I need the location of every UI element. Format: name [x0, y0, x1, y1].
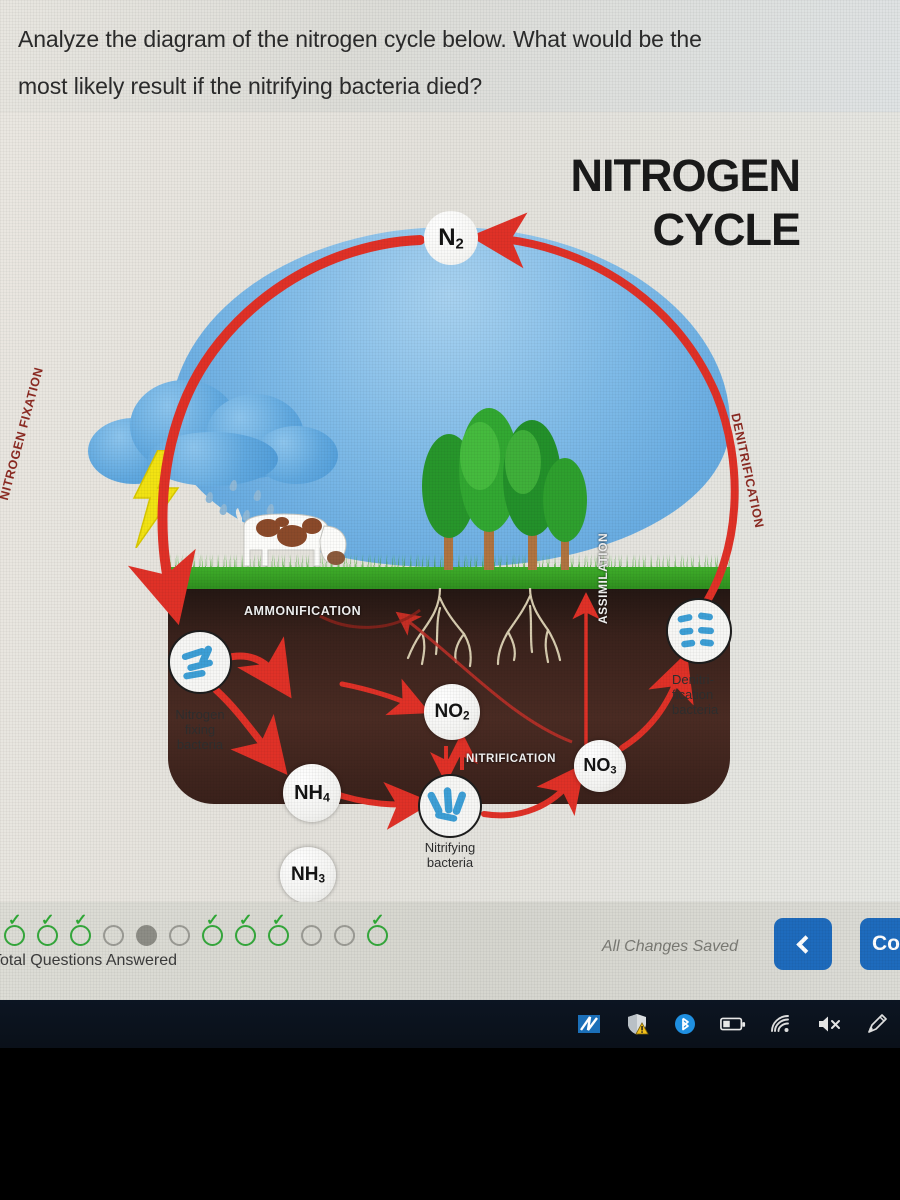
back-button[interactable]: [774, 918, 832, 970]
molecule-no3: NO3: [574, 740, 626, 792]
progress-dot-7[interactable]: ✓: [202, 912, 223, 946]
molecule-n2-formula: N2: [438, 223, 464, 253]
molecule-n2: N2: [424, 211, 478, 265]
progress-dot-circle: [169, 925, 190, 946]
defender-shield-warning-icon[interactable]: [624, 1011, 650, 1037]
battery-icon[interactable]: [720, 1011, 746, 1037]
progress-dot-10[interactable]: [301, 916, 322, 946]
label-ammonification: AMMONIFICATION: [244, 604, 362, 618]
progress-dot-6[interactable]: [169, 916, 190, 946]
molecule-nh3: NH3: [280, 847, 336, 902]
progress-dot-5[interactable]: [136, 916, 157, 946]
checkmark-icon: ✓: [41, 912, 55, 929]
checkmark-icon: ✓: [8, 912, 22, 929]
progress-dot-circle: [301, 925, 322, 946]
checkmark-icon: ✓: [206, 912, 220, 929]
progress-dot-circle: [334, 925, 355, 946]
total-questions-answered-label: Total Questions Answered: [0, 952, 177, 969]
nitrogen-fixing-bacteria-icon: [168, 630, 232, 694]
footer-bar: ✓ ✓ ✓ ✓ ✓ ✓ ✓ Total Questions Answered All Cha…: [0, 902, 900, 1000]
progress-dot-9[interactable]: ✓: [268, 912, 289, 946]
progress-dot-4[interactable]: [103, 916, 124, 946]
progress-dot-11[interactable]: [334, 916, 355, 946]
progress-dot-2[interactable]: ✓: [37, 912, 58, 946]
progress-dot-12[interactable]: ✓: [367, 912, 388, 946]
molecule-nh3-formula: NH3: [291, 864, 325, 886]
molecule-no2: NO2: [424, 684, 480, 740]
molecule-no3-formula: NO3: [583, 755, 617, 777]
checkmark-icon: ✓: [272, 912, 286, 929]
nitrogen-cycle-diagram: NITROGEN CYCLE NITROGEN FIXATION DENITRI…: [0, 112, 900, 902]
label-assimilation: ASSIMILATION: [596, 532, 610, 624]
question-text: Analyze the diagram of the nitrogen cycl…: [18, 26, 702, 99]
caption-nitrogen-fixing-bacteria: Nitrogen fixing bacteria: [175, 707, 225, 752]
stylus-pen-icon[interactable]: [864, 1011, 890, 1037]
caption-nitrifying-bacteria: Nitrifying bacteria: [424, 840, 476, 870]
checkmark-icon: ✓: [371, 912, 385, 929]
save-status-text: All Changes Saved: [601, 938, 738, 955]
caption-denitrification-bacteria: Denitri- fication bacteria: [672, 672, 719, 717]
screen: Analyze the diagram of the nitrogen cycl…: [0, 0, 900, 1200]
progress-dot-1[interactable]: ✓: [4, 912, 25, 946]
checkmark-icon: ✓: [74, 912, 88, 929]
molecule-nh4-formula: NH4: [294, 781, 330, 805]
continue-button[interactable]: Continue: [860, 918, 900, 970]
progress-dot-3[interactable]: ✓: [70, 912, 91, 946]
nitrifying-bacteria-icon: [418, 774, 482, 838]
molecule-nh4: NH4: [283, 764, 341, 822]
progress-dot-8[interactable]: ✓: [235, 912, 256, 946]
denitrification-bacteria-icon: [666, 598, 732, 664]
desktop-background: [0, 1048, 900, 1200]
question-progress-indicator: ✓ ✓ ✓ ✓ ✓ ✓ ✓: [4, 912, 388, 946]
wifi-icon[interactable]: [768, 1011, 794, 1037]
chevron-left-icon: [796, 934, 815, 954]
speaker-muted-icon[interactable]: [816, 1011, 842, 1037]
checkmark-icon: ✓: [239, 912, 253, 929]
progress-dot-circle: [103, 925, 124, 946]
molecule-no2-formula: NO2: [434, 701, 470, 723]
bluetooth-icon[interactable]: [672, 1011, 698, 1037]
progress-dot-circle: [136, 925, 157, 946]
windows-taskbar: [0, 1000, 900, 1048]
system-tray: [576, 1000, 896, 1048]
question-bar: Analyze the diagram of the nitrogen cycl…: [0, 0, 900, 112]
app-icon[interactable]: [576, 1011, 602, 1037]
label-nitrification: NITRIFICATION: [466, 753, 556, 765]
